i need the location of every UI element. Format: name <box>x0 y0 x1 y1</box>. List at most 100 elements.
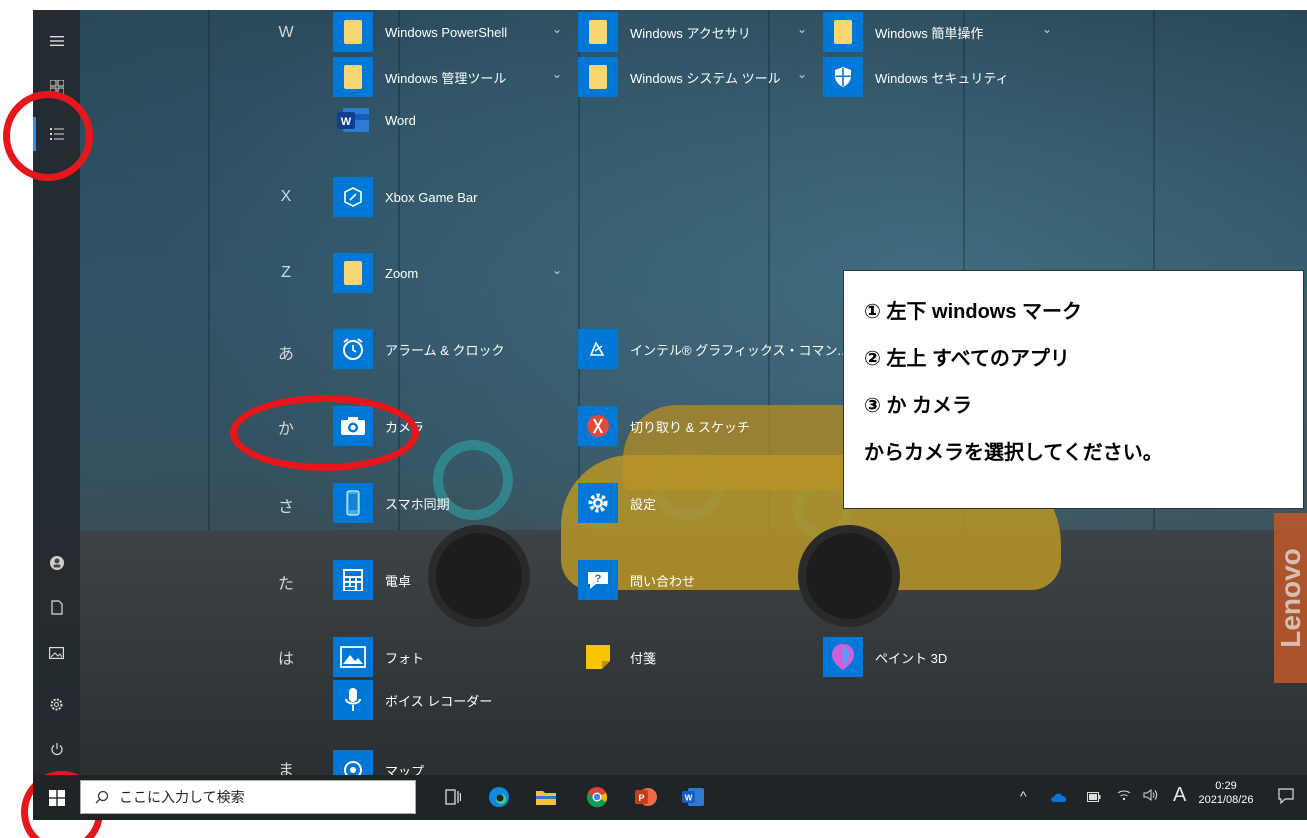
app-windows-powershell[interactable]: Windows PowerShell <box>333 12 507 52</box>
instruction-step-2: ② 左上 すべてのアプリ <box>864 348 1070 370</box>
app-photos[interactable]: フォト <box>333 637 424 677</box>
power-icon <box>50 743 63 756</box>
app-phone-link[interactable]: スマホ同期 <box>333 483 450 523</box>
all-apps-button[interactable] <box>33 117 80 151</box>
app-snip-sketch[interactable]: 切り取り & スケッチ <box>578 406 750 446</box>
taskbar-edge[interactable] <box>486 784 512 810</box>
word-icon: W <box>682 788 704 806</box>
app-voice-recorder[interactable]: ボイス レコーダー <box>333 680 492 720</box>
user-icon <box>49 556 64 570</box>
power-button[interactable] <box>33 732 80 766</box>
group-letter-w[interactable]: W <box>271 24 301 42</box>
search-icon <box>95 790 109 804</box>
windows-logo-icon <box>48 789 65 806</box>
folder-icon <box>578 12 618 52</box>
system-clock[interactable]: 0:29 2021/08/26 <box>1191 780 1261 806</box>
svg-text:W: W <box>341 116 352 128</box>
folder-icon <box>333 253 373 293</box>
car-wheel <box>428 525 530 627</box>
word-icon: W <box>333 100 373 140</box>
expand-menu-button[interactable] <box>33 24 80 58</box>
svg-text:?: ? <box>595 573 602 585</box>
app-windows-ease-of-access[interactable]: Windows 簡単操作 <box>823 12 983 52</box>
intel-graphics-icon <box>578 329 618 369</box>
group-letter-sa[interactable]: さ <box>271 493 301 517</box>
group-letter-z[interactable]: Z <box>271 264 301 282</box>
app-zoom[interactable]: Zoom <box>333 253 418 293</box>
xbox-game-bar-icon <box>333 177 373 217</box>
sticky-notes-icon <box>578 637 618 677</box>
lenovo-text: Lenovo <box>1274 548 1306 648</box>
photos-icon <box>333 637 373 677</box>
task-view-button[interactable] <box>440 784 466 810</box>
app-word[interactable]: W Word <box>333 100 416 140</box>
taskbar-file-explorer[interactable] <box>533 784 559 810</box>
chevron-down-icon[interactable]: ⌄ <box>797 22 807 36</box>
pinned-tiles-button[interactable] <box>33 70 80 104</box>
instruction-step-3: ③ か カメラ <box>864 395 973 417</box>
taskbar-word[interactable]: W <box>680 784 706 810</box>
folder-icon <box>333 57 373 97</box>
battery-icon[interactable] <box>1087 790 1101 805</box>
document-icon <box>50 599 63 615</box>
chevron-down-icon[interactable]: ⌄ <box>797 67 807 81</box>
app-calculator[interactable]: 電卓 <box>333 560 411 600</box>
app-windows-system-tools[interactable]: Windows システム ツール <box>578 57 781 97</box>
notification-center-button[interactable] <box>1278 788 1294 807</box>
volume-icon[interactable] <box>1143 789 1159 804</box>
all-apps-list-icon <box>49 128 64 140</box>
pictures-button[interactable] <box>33 636 80 670</box>
chrome-browser-icon <box>587 787 608 808</box>
group-letter-x[interactable]: X <box>271 188 301 206</box>
app-intel-graphics[interactable]: インテル® グラフィックス・コマン... <box>578 329 848 369</box>
settings-gear-icon <box>50 698 63 710</box>
settings-button[interactable] <box>33 687 80 721</box>
calculator-icon <box>333 560 373 600</box>
help-icon: ? <box>578 560 618 600</box>
group-letter-ka[interactable]: か <box>271 415 301 439</box>
show-hidden-icons-button[interactable]: ^ <box>1020 788 1027 804</box>
group-letter-ha[interactable]: は <box>271 645 301 669</box>
taskbar-chrome[interactable] <box>584 784 610 810</box>
group-letter-ta[interactable]: た <box>271 570 301 594</box>
instruction-step-1: ① 左下 windows マーク <box>864 301 1083 323</box>
app-get-help[interactable]: ? 問い合わせ <box>578 560 695 600</box>
app-sticky-notes[interactable]: 付箋 <box>578 637 656 677</box>
onedrive-icon[interactable] <box>1050 791 1068 806</box>
app-settings[interactable]: 設定 <box>578 483 656 523</box>
taskbar-powerpoint[interactable]: P <box>633 784 659 810</box>
instruction-box: ① 左下 windows マーク ② 左上 すべてのアプリ ③ か カメラ から… <box>843 270 1304 509</box>
folder-icon <box>578 57 618 97</box>
ime-indicator[interactable]: A <box>1173 784 1186 807</box>
pinned-tiles-icon <box>49 80 64 94</box>
app-windows-accessories[interactable]: Windows アクセサリ <box>578 12 751 52</box>
app-windows-admin-tools[interactable]: Windows 管理ツール <box>333 57 506 97</box>
group-letter-a[interactable]: あ <box>271 340 301 364</box>
taskbar-search-box[interactable]: ここに入力して検索 <box>80 780 416 814</box>
app-paint-3d[interactable]: ペイント 3D <box>823 637 947 677</box>
chevron-down-icon[interactable]: ⌄ <box>552 22 562 36</box>
app-windows-security[interactable]: Windows セキュリティ <box>823 57 1009 97</box>
user-account-button[interactable] <box>33 546 80 580</box>
start-button[interactable] <box>33 775 80 820</box>
microphone-icon <box>333 680 373 720</box>
app-alarms-clock[interactable]: アラーム & クロック <box>333 329 505 369</box>
edge-browser-icon <box>489 787 509 807</box>
svg-text:P: P <box>638 793 644 803</box>
lenovo-brand: Lenovo <box>1274 513 1307 683</box>
car-wheel <box>798 525 900 627</box>
camera-icon <box>333 406 373 446</box>
task-view-icon <box>445 789 461 805</box>
clock-time: 0:29 <box>1215 780 1237 792</box>
app-xbox-game-bar[interactable]: Xbox Game Bar <box>333 177 478 217</box>
chevron-down-icon[interactable]: ⌄ <box>552 263 562 277</box>
instruction-conclusion: からカメラを選択してください。 <box>864 442 1163 464</box>
wifi-icon[interactable] <box>1117 789 1131 804</box>
search-placeholder: ここに入力して検索 <box>119 789 245 805</box>
pictures-icon <box>49 647 64 659</box>
chevron-down-icon[interactable]: ⌄ <box>552 67 562 81</box>
app-camera[interactable]: カメラ <box>333 406 424 446</box>
documents-button[interactable] <box>33 590 80 624</box>
chevron-down-icon[interactable]: ⌄ <box>1042 22 1052 36</box>
folder-icon <box>333 12 373 52</box>
